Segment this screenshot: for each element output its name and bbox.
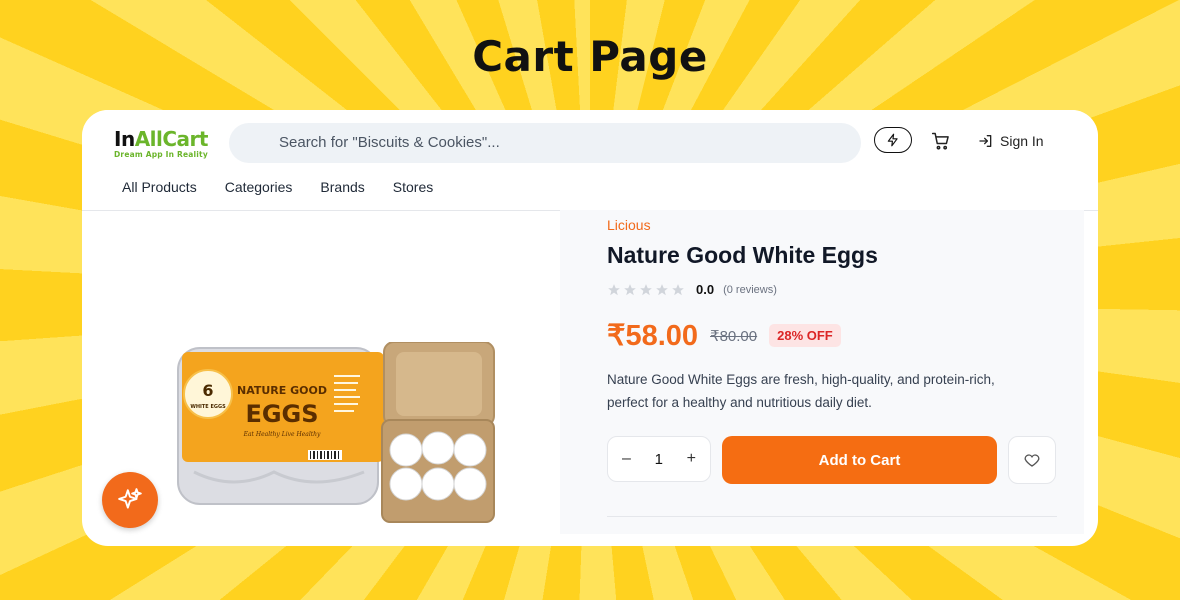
image-tagline-text: Eat Healthy Live Healthy <box>243 431 321 438</box>
logo-wordmark: InAllCart <box>114 127 208 151</box>
star-icon <box>656 283 668 295</box>
main-nav: All Products Categories Brands Stores <box>122 179 433 195</box>
cart-icon <box>931 132 949 150</box>
wishlist-button[interactable] <box>1008 436 1056 484</box>
cart-button[interactable] <box>929 129 953 153</box>
search-bar[interactable] <box>229 123 861 163</box>
nav-item-stores[interactable]: Stores <box>393 179 433 195</box>
increase-quantity-button[interactable]: + <box>687 450 696 468</box>
image-count-label: WHITE EGGS <box>190 404 226 410</box>
discount-badge: 28% OFF <box>769 324 841 347</box>
price-row: ₹58.00 ₹80.00 28% OFF <box>607 318 841 353</box>
logo-tagline: Dream App In Reality <box>114 150 208 159</box>
rating-value: 0.0 <box>696 282 715 297</box>
star-icon <box>608 283 620 295</box>
current-price: ₹58.00 <box>607 320 699 352</box>
heart-icon <box>1024 454 1040 467</box>
sign-in-label: Sign In <box>1000 133 1044 149</box>
lightning-icon <box>887 133 898 147</box>
assistant-button[interactable] <box>102 472 158 528</box>
nav-item-categories[interactable]: Categories <box>225 179 293 195</box>
sign-in-button[interactable]: Sign In <box>978 131 1044 151</box>
sign-in-icon <box>979 135 992 147</box>
search-input[interactable] <box>277 133 841 152</box>
image-product-text: EGGS <box>245 400 318 428</box>
add-to-cart-button[interactable]: Add to Cart <box>722 436 997 484</box>
product-rating: 0.0 (0 reviews) <box>607 282 777 297</box>
nav-item-brands[interactable]: Brands <box>320 179 364 195</box>
logo[interactable]: InAllCart Dream App In Reality <box>114 128 208 160</box>
review-count[interactable]: (0 reviews) <box>723 284 777 296</box>
divider <box>607 516 1057 517</box>
rating-stars <box>607 283 685 297</box>
product-image: 6 WHITE EGGS NATURE GOOD EGGS Eat Health… <box>177 342 495 523</box>
app-frame: InAllCart Dream App In Reality Sign In A… <box>82 110 1098 546</box>
star-icon <box>672 283 684 295</box>
product-description: Nature Good White Eggs are fresh, high-q… <box>607 372 995 410</box>
quantity-stepper: – 1 + <box>607 436 711 482</box>
original-price: ₹80.00 <box>710 327 758 345</box>
decrease-quantity-button[interactable]: – <box>622 450 631 468</box>
star-icon <box>640 283 652 295</box>
product-title: Nature Good White Eggs <box>607 242 878 268</box>
sparkle-icon <box>118 488 142 509</box>
image-brand-text: NATURE GOOD <box>237 384 327 397</box>
star-icon <box>624 283 636 295</box>
product-brand[interactable]: Licious <box>607 217 651 233</box>
quantity-value: 1 <box>654 450 663 468</box>
banner-title: Cart Page <box>472 32 708 81</box>
header: InAllCart Dream App In Reality Sign In A… <box>82 110 1098 211</box>
flash-button[interactable] <box>874 127 912 153</box>
nav-item-all-products[interactable]: All Products <box>122 179 197 195</box>
image-egg-count: 6 <box>202 381 213 400</box>
